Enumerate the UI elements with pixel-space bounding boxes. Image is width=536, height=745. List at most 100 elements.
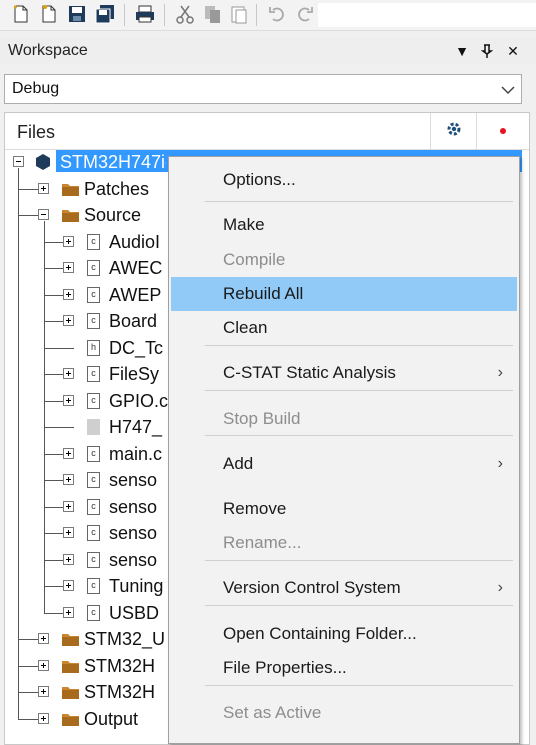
tree-folder-item[interactable]: STM32H bbox=[84, 679, 155, 705]
tree-file-item[interactable]: senso bbox=[109, 520, 157, 546]
menu-item-clean[interactable]: Clean bbox=[171, 311, 517, 345]
tree-folder-item[interactable]: STM32_U bbox=[84, 626, 165, 652]
paste-icon[interactable] bbox=[228, 3, 250, 25]
tree-file-item[interactable]: GPIO.c bbox=[109, 388, 168, 414]
tree-file-item[interactable]: AWEP bbox=[109, 282, 161, 308]
menu-item-make[interactable]: Make bbox=[171, 208, 517, 242]
tree-file-item[interactable]: AWEC bbox=[109, 255, 162, 281]
c-file-icon: c bbox=[87, 313, 100, 329]
collapse-toggle[interactable] bbox=[38, 209, 49, 220]
tree-file-item[interactable]: AudioI bbox=[109, 229, 160, 255]
expand-toggle[interactable] bbox=[38, 713, 49, 724]
tree-folder-item[interactable]: Output bbox=[84, 706, 138, 732]
settings-column-header[interactable] bbox=[430, 113, 477, 149]
expander-plus-stroke bbox=[68, 239, 69, 244]
redo-icon[interactable] bbox=[294, 3, 316, 25]
tree-file-item[interactable]: DC_Tc bbox=[109, 335, 163, 361]
expander-minus-stroke bbox=[41, 214, 46, 215]
toolbar-separator bbox=[256, 4, 257, 26]
expand-toggle[interactable] bbox=[38, 183, 49, 194]
menu-item-label: Set as Active bbox=[223, 703, 322, 722]
tree-guide-line bbox=[44, 427, 74, 428]
tree-guide-line bbox=[44, 268, 63, 269]
pane-menu-icon[interactable]: ▼ bbox=[453, 41, 471, 61]
menu-separator bbox=[205, 201, 513, 202]
expand-toggle[interactable] bbox=[63, 448, 74, 459]
menu-item-label: Make bbox=[223, 215, 265, 234]
collapse-toggle[interactable] bbox=[13, 156, 24, 167]
menu-item-compile[interactable]: Compile bbox=[171, 243, 517, 277]
expand-toggle[interactable] bbox=[63, 501, 74, 512]
menu-item-label: File Properties... bbox=[223, 658, 347, 677]
menu-item-file-properties[interactable]: File Properties... bbox=[171, 651, 517, 685]
workspace-header: Workspace ▼ ✕ bbox=[0, 38, 536, 64]
menu-item-set-as-active[interactable]: Set as Active bbox=[171, 696, 517, 730]
expand-toggle[interactable] bbox=[63, 289, 74, 300]
expand-toggle[interactable] bbox=[38, 686, 49, 697]
tree-file-item[interactable]: Board bbox=[109, 308, 157, 334]
tree-file-item[interactable]: H747_ bbox=[109, 414, 162, 440]
save-icon[interactable] bbox=[66, 3, 88, 25]
menu-separator bbox=[205, 560, 513, 561]
tree-folder-item[interactable]: Patches bbox=[84, 176, 149, 202]
toolbar bbox=[0, 0, 536, 31]
tree-file-item[interactable]: senso bbox=[109, 467, 157, 493]
cut-icon[interactable] bbox=[174, 3, 196, 25]
menu-item-stop-build[interactable]: Stop Build bbox=[171, 402, 517, 436]
menu-item-remove[interactable]: Remove bbox=[171, 492, 517, 526]
expand-toggle[interactable] bbox=[38, 660, 49, 671]
menu-separator bbox=[205, 345, 513, 346]
menu-item-version-control-system[interactable]: Version Control System › bbox=[171, 571, 517, 605]
menu-item-add[interactable]: Add › bbox=[171, 447, 517, 481]
folder-icon bbox=[62, 685, 79, 699]
menu-item-rename[interactable]: Rename... bbox=[171, 526, 517, 560]
expand-toggle[interactable] bbox=[63, 580, 74, 591]
expand-toggle[interactable] bbox=[63, 554, 74, 565]
c-file-icon: c bbox=[87, 578, 100, 594]
expander-plus-stroke bbox=[43, 636, 44, 641]
tree-guide-line bbox=[44, 533, 63, 534]
tree-folder-item[interactable]: STM32H bbox=[84, 653, 155, 679]
undo-icon[interactable] bbox=[266, 3, 288, 25]
pin-icon[interactable] bbox=[478, 41, 496, 61]
menu-item-rebuild-all[interactable]: Rebuild All bbox=[171, 277, 517, 311]
c-file-icon: c bbox=[87, 366, 100, 382]
tree-file-item[interactable]: USBD bbox=[109, 600, 159, 626]
tree-file-item[interactable]: Tuning bbox=[109, 573, 163, 599]
menu-item-label: Remove bbox=[223, 499, 287, 518]
menu-item-c-stat-static-analysis[interactable]: C-STAT Static Analysis › bbox=[171, 356, 517, 390]
expand-toggle[interactable] bbox=[63, 236, 74, 247]
tree-guide-line bbox=[44, 401, 63, 402]
c-file-icon: c bbox=[87, 552, 100, 568]
breakpoint-column-header[interactable] bbox=[476, 113, 529, 149]
expand-toggle[interactable] bbox=[38, 633, 49, 644]
tree-guide-line bbox=[44, 586, 63, 587]
configuration-value: Debug bbox=[12, 80, 60, 97]
menu-item-options[interactable]: Options... bbox=[171, 163, 517, 197]
menu-item-label: Stop Build bbox=[223, 409, 301, 428]
close-icon[interactable]: ✕ bbox=[504, 41, 522, 61]
configuration-select[interactable]: Debug bbox=[4, 74, 522, 104]
expand-toggle[interactable] bbox=[63, 395, 74, 406]
tree-file-item[interactable]: main.c bbox=[109, 441, 162, 467]
tree-file-item[interactable]: FileSy bbox=[109, 361, 159, 387]
tree-file-item[interactable]: senso bbox=[109, 494, 157, 520]
tree-file-item[interactable]: senso bbox=[109, 547, 157, 573]
expand-toggle[interactable] bbox=[63, 527, 74, 538]
new-workspace-icon[interactable] bbox=[38, 3, 60, 25]
c-file-icon: c bbox=[87, 446, 100, 462]
save-all-icon[interactable] bbox=[94, 3, 116, 25]
expand-toggle[interactable] bbox=[63, 315, 74, 326]
expand-toggle[interactable] bbox=[63, 607, 74, 618]
tree-root-project[interactable]: STM32H747i-Discovery_Debug bbox=[60, 149, 166, 175]
expand-toggle[interactable] bbox=[63, 474, 74, 485]
new-file-icon[interactable] bbox=[10, 3, 32, 25]
print-icon[interactable] bbox=[134, 3, 156, 25]
tree-folder-item[interactable]: Source bbox=[84, 202, 141, 228]
expand-toggle[interactable] bbox=[63, 368, 74, 379]
expand-toggle[interactable] bbox=[63, 262, 74, 273]
c-file-icon: c bbox=[87, 234, 100, 250]
copy-icon[interactable] bbox=[202, 3, 224, 25]
menu-item-open-containing-folder[interactable]: Open Containing Folder... bbox=[171, 617, 517, 651]
context-menu: Options... Make Compile Rebuild All Clean C-S… bbox=[168, 156, 520, 744]
